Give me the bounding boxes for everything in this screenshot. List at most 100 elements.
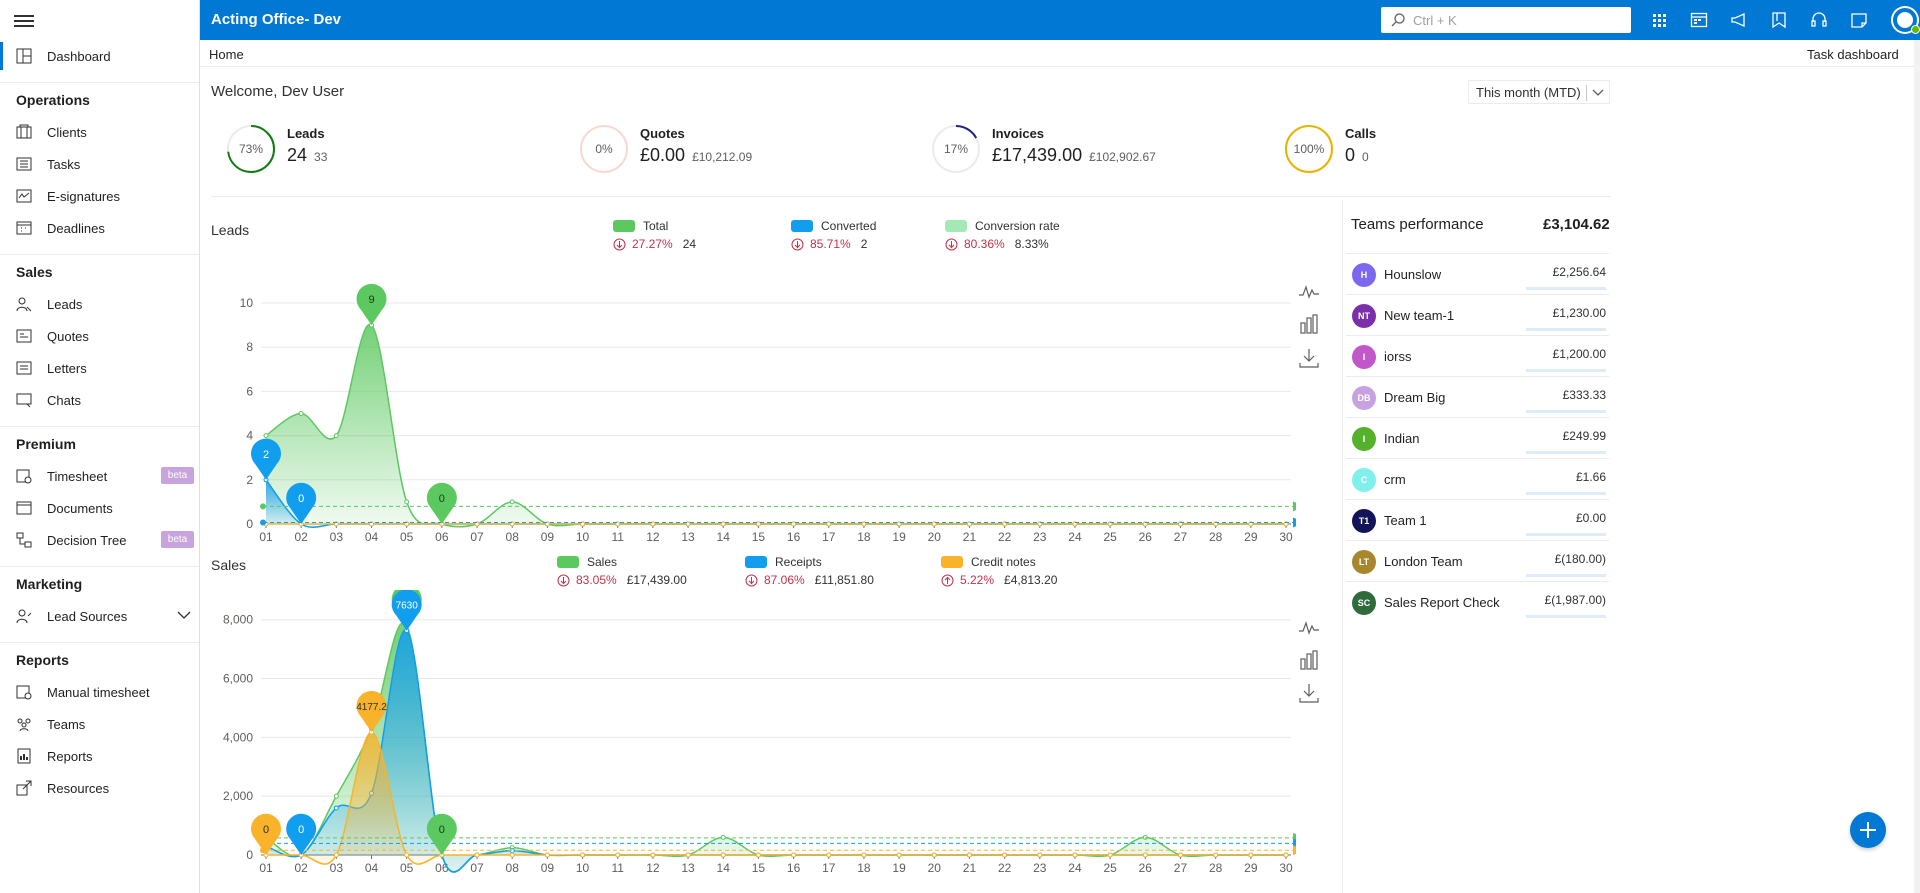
arrow-up-circle-icon [941,574,954,586]
series-area-receipts [266,630,1286,872]
arrow-down-circle-icon [745,574,758,586]
sidebar-item-esignatures[interactable]: E-signatures [0,182,199,210]
notes-icon[interactable] [1850,11,1868,29]
x-tick-label: 23 [1033,530,1047,544]
chevron-down-icon[interactable] [177,611,191,620]
x-tick-label: 10 [576,530,590,544]
legend-item-sales[interactable]: Sales 83.05% £17,439.00 [557,555,687,587]
data-point [685,852,691,858]
bar-chart-icon[interactable] [1298,649,1320,671]
team-avatar: H [1352,263,1376,287]
team-name: Sales Report Check [1384,595,1500,610]
legend-label: Receipts [775,555,822,569]
sidebar-item-deadlines[interactable]: Deadlines [0,214,199,242]
line-chart-icon[interactable] [1298,281,1320,303]
x-tick-label: 28 [1209,861,1223,875]
kpi-title: Leads [287,126,325,141]
data-point [791,852,797,858]
data-point [298,411,304,416]
sidebar-item-teams[interactable]: Teams [0,710,199,738]
breadcrumb[interactable]: Home [209,47,244,62]
user-avatar[interactable] [1893,8,1920,34]
data-point [1213,852,1219,858]
x-tick-label: 09 [541,861,555,875]
period-select-value: This month (MTD) [1476,84,1581,100]
legend-item-conversion-rate[interactable]: Conversion rate 80.36% 8.33% [945,219,1060,251]
download-icon[interactable] [1298,347,1320,369]
sidebar-item-letters[interactable]: Letters [0,354,199,382]
team-row[interactable]: Ccrm £1.66 [1346,458,1609,499]
sidebar-item-chats[interactable]: Chats [0,386,199,414]
team-row[interactable]: T1 Team 1 £0.00 [1346,499,1609,540]
line-chart-icon[interactable] [1298,617,1320,639]
download-icon[interactable] [1298,682,1320,704]
add-button[interactable] [1850,812,1886,848]
team-row[interactable]: H Hounslow £2,256.64 [1346,253,1609,294]
x-tick-label: 01 [259,861,273,875]
kpi-leads[interactable]: 73% Leads 24 33 [226,124,546,174]
data-point [333,852,339,858]
kpi-quotes[interactable]: 0% Quotes £0.00 £10,212.09 [579,124,899,174]
x-tick-label: 12 [646,530,660,544]
sidebar-item-dashboard[interactable]: Dashboard [0,42,199,70]
team-row[interactable]: Iiorss £1,200.00 [1346,335,1609,376]
team-avatar: I [1352,345,1376,369]
team-row[interactable]: DB Dream Big £333.33 [1346,376,1609,417]
legend-change: 85.71% [810,237,851,251]
kpi-invoices[interactable]: 17% Invoices £17,439.00 £102,902.67 [931,124,1251,174]
sidebar-item-label: Leads [47,296,83,312]
team-row[interactable]: SC Sales Report Check £(1,987.00) [1346,581,1609,622]
top-bar: Acting Office- Dev Ctrl + K [200,0,1920,40]
x-tick-label: 21 [963,530,977,544]
quote-icon [16,329,32,343]
dashboard-icon [16,48,32,64]
sidebar-item-lead-sources[interactable]: Lead Sources [0,602,199,630]
series-area-total [266,324,1286,527]
team-row[interactable]: LT London Team £(180.00) [1346,540,1609,581]
task-dashboard-link[interactable]: Task dashboard [1807,47,1899,62]
resources-icon [16,780,32,796]
sidebar-item-label: Resources [47,780,110,796]
team-row[interactable]: NT New team-1 £1,230.00 [1346,294,1609,335]
y-tick-label: 2 [246,473,253,487]
x-tick-label: 19 [892,861,906,875]
bookmark-book-icon[interactable] [1770,11,1788,29]
kpi-sub: £10,212.09 [692,150,753,164]
sidebar-item-reports[interactable]: Reports [0,742,199,770]
team-avatar: I [1352,427,1376,451]
sidebar-item-quotes[interactable]: Quotes [0,322,199,350]
section-reports: Reports [16,652,69,668]
sidebar-item-label: Teams [47,716,86,732]
headset-icon[interactable] [1810,11,1828,29]
data-point [333,805,339,811]
sidebar-item-resources[interactable]: Resources [0,774,199,802]
sidebar-item-tasks[interactable]: Tasks [0,150,199,178]
calendar-icon[interactable] [1690,11,1708,29]
x-tick-label: 24 [1068,861,1082,875]
megaphone-icon[interactable] [1730,11,1748,29]
sidebar-item-manual-timesheet[interactable]: Manual timesheet [0,678,199,706]
team-avatar: NT [1352,304,1376,328]
legend-change: 27.27% [632,237,673,251]
team-value-bar [1526,574,1606,577]
legend-item-receipts[interactable]: Receipts 87.06% £11,851.80 [745,555,874,587]
x-tick-label: 27 [1174,861,1188,875]
calendar-icon [16,221,32,235]
legend-item-credit-notes[interactable]: Credit notes 5.22% £4,813.20 [941,555,1057,587]
search-box[interactable]: Ctrl + K [1381,7,1631,33]
kpi-calls[interactable]: 100% Calls 0 0 [1284,124,1604,174]
page-scrollbar[interactable] [1914,40,1920,893]
team-row[interactable]: I Indian £249.99 [1346,417,1609,458]
sidebar-item-leads[interactable]: Leads [0,290,199,318]
period-select[interactable]: This month (MTD) [1468,80,1610,104]
menu-toggle-icon[interactable] [14,12,34,28]
sidebar-item-documents[interactable]: Documents [0,494,199,522]
legend-item-converted[interactable]: Converted 85.71% 2 [791,219,876,251]
sidebar-item-clients[interactable]: Clients [0,118,199,146]
series-area-converted [266,479,1286,528]
x-tick-label: 06 [435,530,449,544]
data-point [896,852,902,858]
bar-chart-icon[interactable] [1298,313,1320,335]
app-launcher-icon[interactable] [1650,11,1668,29]
legend-item-total[interactable]: Total 27.27% 24 [613,219,696,251]
